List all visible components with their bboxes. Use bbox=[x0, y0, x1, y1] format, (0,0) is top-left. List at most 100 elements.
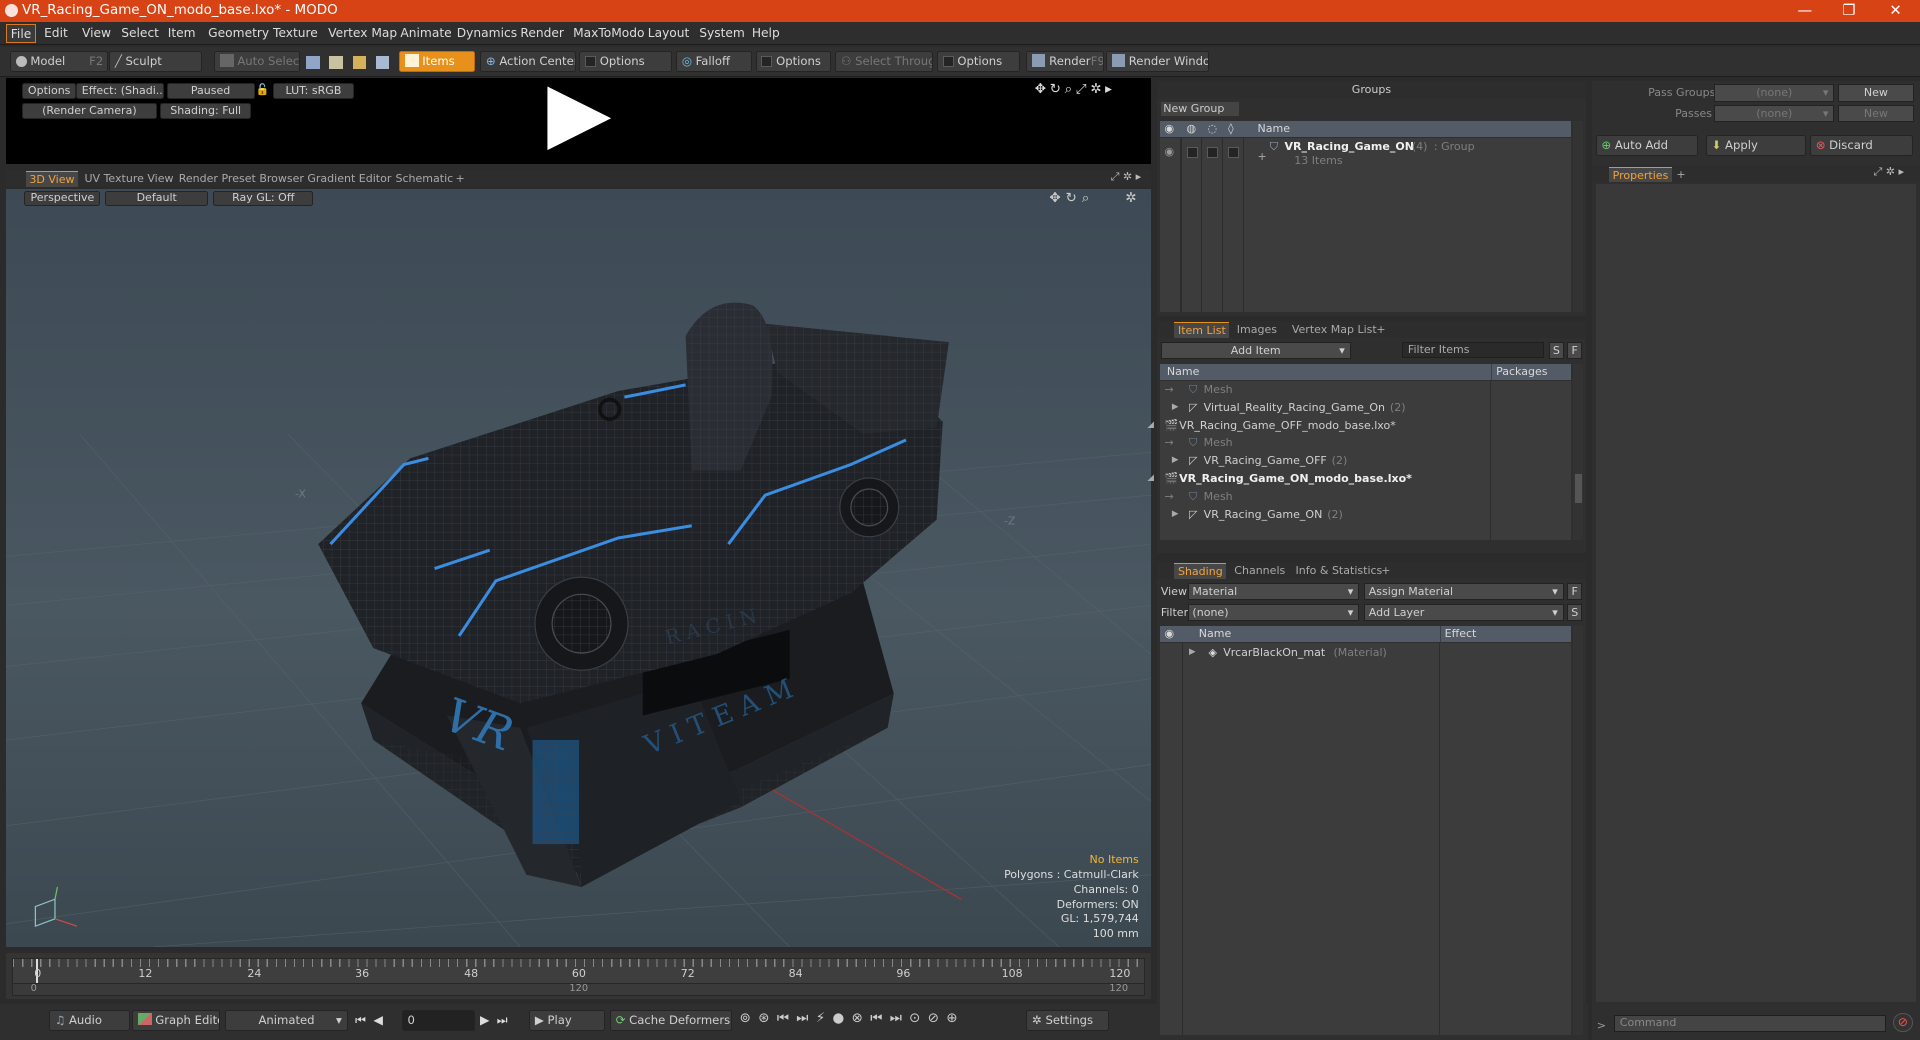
item-row[interactable]: → ⛉ Mesh bbox=[1160, 488, 1488, 505]
tab-info-statistics[interactable]: Info & Statistics bbox=[1292, 563, 1386, 579]
new-group-button[interactable]: New Group bbox=[1160, 101, 1240, 117]
tab-item-list[interactable]: Item List bbox=[1174, 322, 1230, 338]
tab-shading[interactable]: Shading bbox=[1174, 563, 1227, 580]
vertices-mode-icon[interactable] bbox=[306, 56, 320, 69]
default-style-dropdown[interactable]: Default bbox=[105, 191, 209, 206]
tab-schematic[interactable]: Schematic bbox=[392, 171, 457, 187]
render-preview[interactable]: Options Effect: (Shadi... Paused 🔓 LUT: … bbox=[6, 78, 1152, 165]
tab-channels[interactable]: Channels bbox=[1231, 563, 1289, 579]
raygl-dropdown[interactable]: Ray GL: Off bbox=[213, 191, 314, 206]
add-tab-button[interactable]: + bbox=[452, 171, 469, 187]
render-toggle[interactable] bbox=[1186, 146, 1198, 158]
skip-back-icons[interactable]: ⏮◀ bbox=[355, 1013, 390, 1028]
render-button[interactable]: Render F9 bbox=[1026, 51, 1105, 73]
add-tab-button[interactable]: + bbox=[1373, 322, 1390, 338]
animated-dropdown[interactable]: Animated ▾ bbox=[225, 1010, 348, 1031]
tab-uv-texture-view[interactable]: UV Texture View bbox=[81, 171, 177, 187]
view-expand-icon[interactable]: ⤢ ✲ ▸ bbox=[1111, 170, 1142, 184]
item-row[interactable]: ▶ ◸ VR_Racing_Game_OFF (2) bbox=[1160, 452, 1488, 469]
add-tab-button[interactable]: + bbox=[1378, 563, 1395, 579]
menu-render[interactable]: Render bbox=[517, 24, 568, 42]
apply-button[interactable]: ⬇ Apply bbox=[1705, 134, 1807, 156]
select-through-button[interactable]: ⚇Select Through bbox=[835, 51, 934, 73]
tab-gradient-editor[interactable]: Gradient Editor bbox=[304, 171, 395, 187]
pass-groups-dropdown[interactable]: (none) ▾ bbox=[1714, 84, 1835, 102]
item-row[interactable]: ▶ ◸ VR_Racing_Game_ON (2) bbox=[1160, 506, 1488, 523]
viewport-scene[interactable]: VR V I T E A M R A C I N -X -Z bbox=[6, 189, 1152, 947]
scroll-thumb[interactable] bbox=[1574, 473, 1583, 504]
filter-items-input[interactable]: Filter Items bbox=[1402, 341, 1545, 358]
preview-lut-dropdown[interactable]: LUT: sRGB bbox=[273, 83, 354, 100]
sculpt-mode-button[interactable]: ╱ Sculpt bbox=[108, 51, 203, 73]
tab-images[interactable]: Images bbox=[1233, 322, 1281, 338]
filter-s-button[interactable]: S bbox=[1548, 341, 1564, 359]
preview-nav-icons[interactable]: ✥↻⌕⤢✲▸ bbox=[1035, 82, 1116, 97]
menu-edit[interactable]: Edit bbox=[40, 24, 71, 42]
viewport-settings-icon[interactable]: ✲ bbox=[1125, 191, 1136, 206]
assign-material-dropdown[interactable]: Assign Material ▾ bbox=[1364, 582, 1564, 600]
timeline[interactable]: 0 12 24 36 48 60 72 84 96 108 120 0 120 … bbox=[6, 952, 1152, 1000]
filter-f-button[interactable]: F bbox=[1567, 341, 1583, 359]
minimize-button[interactable]: — bbox=[1785, 0, 1824, 22]
menu-vertex-map[interactable]: Vertex Map bbox=[324, 24, 400, 42]
select-toggle[interactable] bbox=[1228, 146, 1240, 158]
discard-button[interactable]: ⊗ Discard bbox=[1809, 134, 1913, 156]
lock-toggle[interactable] bbox=[1207, 146, 1219, 158]
item-row[interactable]: → ⛉ Mesh bbox=[1160, 434, 1488, 451]
item-row[interactable]: ▶ ◸ Virtual_Reality_Racing_Game_On (2) bbox=[1160, 399, 1488, 416]
view-dropdown[interactable]: Material ▾ bbox=[1187, 582, 1360, 600]
action-center-button[interactable]: ⊕ Action Center bbox=[480, 51, 576, 73]
properties-expand-icon[interactable]: ⤢ ✲ ▸ bbox=[1873, 165, 1904, 179]
falloff-button[interactable]: ◎ Falloff bbox=[675, 51, 752, 73]
item-row[interactable]: ◢ 🎬 VR_Racing_Game_ON_modo_base.lxo* bbox=[1147, 470, 1488, 487]
action-center-options-button[interactable]: Options bbox=[579, 51, 673, 73]
restore-button[interactable]: ❐ bbox=[1829, 0, 1868, 22]
render-window-button[interactable]: Render Window bbox=[1105, 51, 1209, 73]
falloff-options-button[interactable]: Options bbox=[755, 51, 832, 73]
preview-options-button[interactable]: Options bbox=[22, 83, 76, 100]
menu-animate[interactable]: Animate bbox=[397, 24, 456, 42]
add-layer-dropdown[interactable]: Add Layer ▾ bbox=[1364, 603, 1564, 621]
model-mode-button[interactable]: Model F2 bbox=[9, 51, 108, 73]
expand-arrow-icon[interactable]: ◢ bbox=[1147, 417, 1154, 434]
menu-item[interactable]: Item bbox=[164, 24, 199, 42]
expand-arrow-icon[interactable]: ▶ bbox=[1172, 452, 1179, 469]
3d-viewport[interactable]: VR V I T E A M R A C I N -X -Z Perspecti… bbox=[6, 188, 1152, 947]
preview-shading-dropdown[interactable]: Shading: Full bbox=[160, 102, 251, 119]
expand-arrow-icon[interactable]: ▶ bbox=[1172, 399, 1179, 416]
material-row[interactable]: ▶ ◈ VrcarBlackOn_mat (Material) bbox=[1160, 644, 1571, 661]
command-stop-icon[interactable]: ⊘ bbox=[1893, 1012, 1913, 1033]
groups-scrollbar[interactable] bbox=[1573, 121, 1584, 313]
expand-plus-icon[interactable]: + bbox=[1258, 148, 1267, 165]
menu-select[interactable]: Select bbox=[118, 24, 163, 42]
materials-mode-icon[interactable] bbox=[375, 56, 390, 69]
perspective-dropdown[interactable]: Perspective bbox=[24, 191, 101, 206]
settings-button[interactable]: ✲ Settings bbox=[1026, 1010, 1110, 1031]
menu-help[interactable]: Help bbox=[748, 24, 783, 42]
menu-maxtomodo[interactable]: MaxToModo bbox=[569, 24, 648, 42]
play-icon[interactable] bbox=[545, 84, 614, 153]
filter-dropdown[interactable]: (none) ▾ bbox=[1187, 603, 1360, 621]
shading-f-button[interactable]: F bbox=[1567, 582, 1583, 600]
lock-icon[interactable]: 🔓 bbox=[256, 83, 270, 96]
viewport-nav-icons[interactable]: ✥↻⌕ bbox=[1049, 191, 1094, 206]
new-pass-group-button[interactable]: New bbox=[1837, 84, 1914, 102]
new-pass-button[interactable]: New bbox=[1837, 105, 1914, 123]
item-list-scrollbar[interactable] bbox=[1573, 363, 1584, 540]
audio-button[interactable]: ♫ Audio bbox=[48, 1010, 130, 1031]
menu-view[interactable]: View bbox=[78, 24, 114, 42]
menu-system[interactable]: System bbox=[696, 24, 749, 42]
menu-layout[interactable]: Layout bbox=[644, 24, 693, 42]
shading-s-button[interactable]: S bbox=[1567, 603, 1583, 621]
edges-mode-icon[interactable] bbox=[329, 56, 343, 69]
key-tools-icons[interactable]: ⊚⊛⏮⏭⚡●⊗⏮⏭⊙⊘⊕ bbox=[740, 1011, 965, 1026]
preview-paused-button[interactable]: Paused bbox=[166, 83, 255, 100]
tab-vertex-map-list[interactable]: Vertex Map List bbox=[1288, 322, 1380, 338]
expand-arrow-icon[interactable]: ◢ bbox=[1147, 470, 1154, 487]
menu-texture[interactable]: Texture bbox=[269, 24, 321, 42]
command-input[interactable]: Command bbox=[1613, 1015, 1886, 1033]
add-item-dropdown[interactable]: Add Item ▾ bbox=[1160, 341, 1351, 359]
preview-effect-dropdown[interactable]: Effect: (Shadi... bbox=[75, 83, 165, 100]
visibility-eye-icon[interactable]: ◉ bbox=[1164, 143, 1174, 160]
polygons-mode-icon[interactable] bbox=[352, 56, 367, 69]
